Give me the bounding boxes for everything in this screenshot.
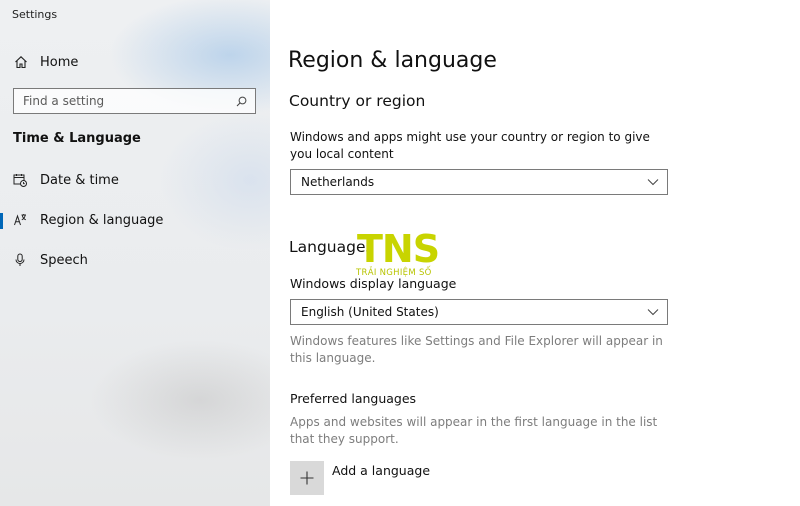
country-select[interactable]: Netherlands <box>290 169 668 195</box>
search-icon[interactable] <box>236 92 247 111</box>
preferred-languages-note: Apps and websites will appear in the fir… <box>290 415 658 446</box>
tns-logo-watermark: TNS TRẢI NGHIỆM SỐ <box>355 226 450 278</box>
country-select-value: Netherlands <box>301 175 375 189</box>
plus-icon[interactable] <box>290 461 324 495</box>
sidebar-item-region-language[interactable]: Region & language <box>0 205 270 235</box>
search-box[interactable] <box>13 88 256 114</box>
country-heading: Country or region <box>289 92 426 110</box>
add-language-label: Add a language <box>332 463 431 478</box>
region-language-icon <box>13 213 27 227</box>
sidebar-item-home[interactable]: Home <box>0 48 270 76</box>
sidebar-item-label: Region & language <box>40 212 164 228</box>
window-title: Settings <box>12 8 58 21</box>
page-title: Region & language <box>288 48 497 73</box>
sidebar-item-label: Speech <box>40 252 88 268</box>
active-indicator <box>0 213 3 229</box>
country-description: Windows and apps might use your country … <box>290 130 650 161</box>
display-language-value: English (United States) <box>301 305 439 319</box>
microphone-icon <box>13 253 27 267</box>
sidebar-item-label: Home <box>40 54 79 70</box>
display-language-note: Windows features like Settings and File … <box>290 334 663 365</box>
calendar-clock-icon <box>13 173 27 187</box>
sidebar-item-speech[interactable]: Speech <box>0 245 270 275</box>
sidebar-item-label: Date & time <box>40 172 119 188</box>
chevron-down-icon <box>647 305 659 319</box>
main-content: Region & language Country or region Wind… <box>270 0 800 506</box>
sidebar-section-heading: Time & Language <box>13 131 141 146</box>
display-language-label: Windows display language <box>290 276 457 291</box>
display-language-select[interactable]: English (United States) <box>290 299 668 325</box>
preferred-languages-heading: Preferred languages <box>290 391 417 406</box>
add-language-button[interactable]: Add a language <box>290 461 430 495</box>
home-icon <box>14 55 28 69</box>
sidebar: Settings Home Time & Language Date & tim… <box>0 0 270 506</box>
search-input[interactable] <box>23 94 223 108</box>
chevron-down-icon <box>647 175 659 189</box>
sidebar-item-date-time[interactable]: Date & time <box>0 165 270 195</box>
svg-text:TNS: TNS <box>357 227 439 271</box>
